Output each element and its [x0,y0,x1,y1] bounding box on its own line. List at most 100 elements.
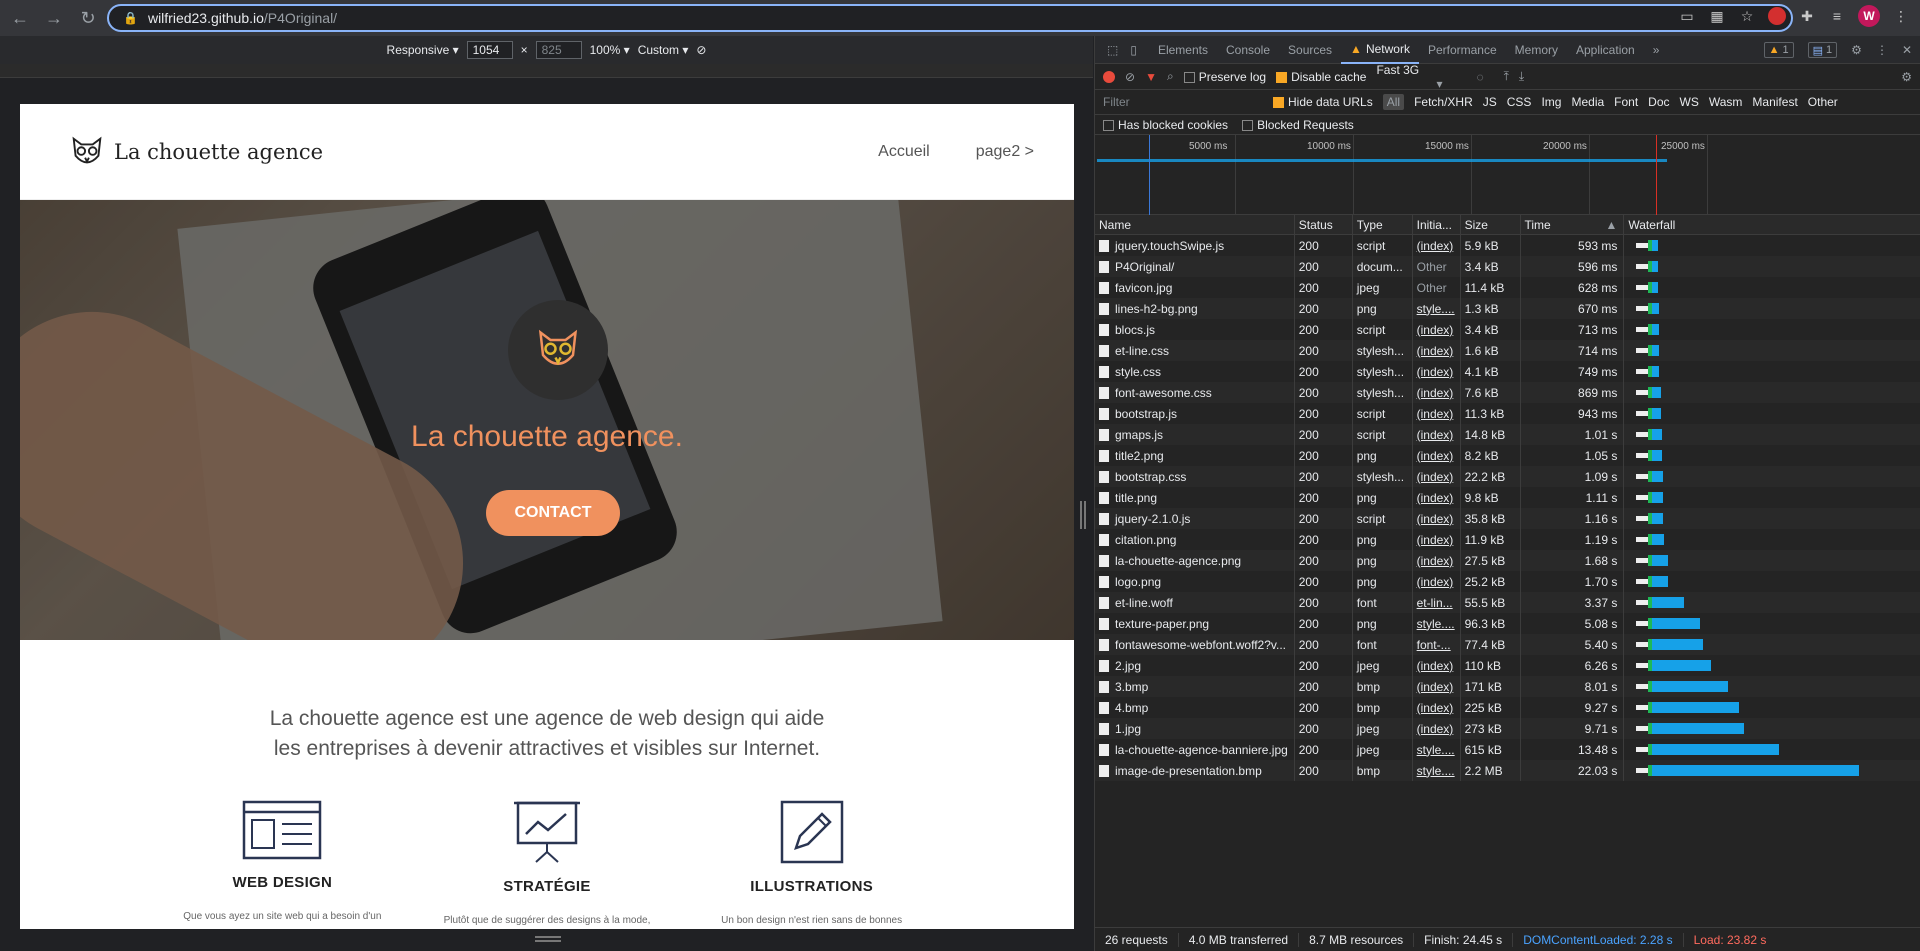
media-icon[interactable]: ≡ [1828,7,1846,25]
request-row[interactable]: fontawesome-webfont.woff2?v... 200 font fon… [1095,634,1920,655]
has-blocked-cookies-checkbox[interactable]: Has blocked cookies [1103,118,1228,132]
media-query-bar[interactable] [0,64,1093,78]
network-settings-icon[interactable]: ⚙ [1901,70,1912,84]
download-icon[interactable]: ⤓ [1519,69,1524,84]
more-tabs-icon[interactable]: » [1644,36,1669,64]
request-row[interactable]: jquery-2.1.0.js 200 script (index) 35.8 kB 1.… [1095,508,1920,529]
type-doc[interactable]: Doc [1648,95,1669,109]
messages-badge[interactable]: ▤ 1 [1807,42,1838,58]
menu-icon[interactable]: ⋮ [1892,7,1910,25]
tab-elements[interactable]: Elements [1149,36,1217,64]
network-conditions-icon[interactable]: ◌ [1476,70,1483,84]
request-initiator[interactable]: (index) [1413,529,1461,550]
request-initiator[interactable]: style.... [1413,613,1461,634]
filter-input[interactable]: Filter [1103,95,1263,109]
blocked-requests-checkbox[interactable]: Blocked Requests [1242,118,1354,132]
filter-icon[interactable]: ▼ [1145,70,1157,84]
cast-icon[interactable]: ▭ [1678,7,1696,25]
request-row[interactable]: font-awesome.css 200 stylesh... (index) 7.6 … [1095,382,1920,403]
request-row[interactable]: bootstrap.js 200 script (index) 11.3 kB 943 m… [1095,403,1920,424]
record-icon[interactable] [1103,70,1115,83]
more-menu-icon[interactable]: ⋮ [1876,43,1888,57]
request-initiator[interactable]: (index) [1413,487,1461,508]
tab-sources[interactable]: Sources [1279,36,1341,64]
request-row[interactable]: texture-paper.png 200 png style.... 96.3 kB 5… [1095,613,1920,634]
height-resize-handle[interactable] [535,936,561,942]
type-media[interactable]: Media [1571,95,1604,109]
nav-page2[interactable]: page2 > [976,143,1034,161]
request-row[interactable]: jquery.touchSwipe.js 200 script (index) 5.9 … [1095,235,1920,256]
address-bar[interactable]: 🔒 wilfried23.github.io/P4Original/ [107,4,1793,32]
request-row[interactable]: lines-h2-bg.png 200 png style.... 1.3 kB 670 … [1095,298,1920,319]
type-other[interactable]: Other [1808,95,1838,109]
col-time[interactable]: Time ▲ [1521,215,1625,234]
nav-accueil[interactable]: Accueil [878,143,930,161]
col-type[interactable]: Type [1353,215,1413,234]
request-initiator[interactable]: (index) [1413,403,1461,424]
width-resize-handle[interactable] [1080,501,1086,529]
request-initiator[interactable]: (index) [1413,424,1461,445]
request-initiator[interactable]: style.... [1413,739,1461,760]
request-row[interactable]: citation.png 200 png (index) 11.9 kB 1.19 s [1095,529,1920,550]
request-row[interactable]: favicon.jpg 200 jpeg Other 11.4 kB 628 ms [1095,277,1920,298]
height-input[interactable]: 825 [535,41,582,59]
type-wasm[interactable]: Wasm [1709,95,1743,109]
extension-icon[interactable] [1768,7,1786,25]
col-name[interactable]: Name [1095,215,1295,234]
tab-performance[interactable]: Performance [1419,36,1506,64]
request-initiator[interactable]: style.... [1413,760,1461,781]
back-icon[interactable]: ← [6,4,34,32]
qr-icon[interactable]: ▦ [1708,7,1726,25]
request-row[interactable]: style.css 200 stylesh... (index) 4.1 kB 749 m… [1095,361,1920,382]
preserve-log-checkbox[interactable]: Preserve log [1183,70,1266,84]
inspect-icon[interactable]: ⬚ [1107,43,1118,57]
puzzle-icon[interactable]: ✚ [1798,7,1816,25]
device-mode-select[interactable]: Responsive ▾ [387,43,459,57]
throttle-select[interactable]: Custom ▾ [638,43,689,57]
request-row[interactable]: title.png 200 png (index) 9.8 kB 1.11 s [1095,487,1920,508]
request-initiator[interactable]: (index) [1413,340,1461,361]
request-row[interactable]: title2.png 200 png (index) 8.2 kB 1.05 s [1095,445,1920,466]
request-initiator[interactable]: (index) [1413,361,1461,382]
settings-gear-icon[interactable]: ⚙ [1851,43,1862,57]
request-row[interactable]: la-chouette-agence-banniere.jpg 200 jpeg st… [1095,739,1920,760]
star-icon[interactable]: ☆ [1738,7,1756,25]
request-row[interactable]: P4Original/200 docum... Other 3.4 kB 596 ms [1095,256,1920,277]
col-initiator[interactable]: Initia... [1413,215,1461,234]
request-initiator[interactable]: (index) [1413,697,1461,718]
request-row[interactable]: gmaps.js 200 script (index) 14.8 kB 1.01 s [1095,424,1920,445]
hide-data-urls-checkbox[interactable]: Hide data URLs [1273,95,1373,109]
request-initiator[interactable]: et-lin... [1413,592,1461,613]
type-js[interactable]: JS [1483,95,1497,109]
brand[interactable]: La chouette agence [68,133,323,171]
request-initiator[interactable]: Other [1413,277,1461,298]
col-waterfall[interactable]: Waterfall [1624,215,1920,234]
request-row[interactable]: et-line.woff 200 font et-lin... 55.5 kB 3.37 … [1095,592,1920,613]
request-row[interactable]: 4.bmp 200 bmp (index) 225 kB 9.27 s [1095,697,1920,718]
request-initiator[interactable]: (index) [1413,445,1461,466]
upload-icon[interactable]: ⤒ [1504,69,1509,84]
request-initiator[interactable]: (index) [1413,508,1461,529]
close-icon[interactable]: ✕ [1902,43,1912,57]
avatar[interactable]: W [1858,5,1880,27]
forward-icon[interactable]: → [40,4,68,32]
request-initiator[interactable]: (index) [1413,235,1461,256]
request-initiator[interactable]: (index) [1413,718,1461,739]
request-row[interactable]: 3.bmp 200 bmp (index) 171 kB 8.01 s [1095,676,1920,697]
type-font[interactable]: Font [1614,95,1638,109]
request-row[interactable]: blocs.js 200 script (index) 3.4 kB 713 ms [1095,319,1920,340]
request-row[interactable]: logo.png 200 png (index) 25.2 kB 1.70 s [1095,571,1920,592]
type-fetch-xhr[interactable]: Fetch/XHR [1414,95,1473,109]
request-row[interactable]: image-de-presentation.bmp 200 bmp style....… [1095,760,1920,781]
tab-memory[interactable]: Memory [1506,36,1567,64]
request-initiator[interactable]: (index) [1413,676,1461,697]
type-css[interactable]: CSS [1507,95,1532,109]
reload-icon[interactable]: ↻ [74,4,102,32]
tab-network[interactable]: ▲ Network [1341,36,1419,64]
request-row[interactable]: 2.jpg 200 jpeg (index) 110 kB 6.26 s [1095,655,1920,676]
request-initiator[interactable]: (index) [1413,655,1461,676]
warnings-badge[interactable]: ▲ 1 [1763,42,1794,58]
search-icon[interactable]: ⌕ [1167,69,1174,84]
request-row[interactable]: la-chouette-agence.png 200 png (index) 27.5 … [1095,550,1920,571]
request-row[interactable]: 1.jpg 200 jpeg (index) 273 kB 9.71 s [1095,718,1920,739]
